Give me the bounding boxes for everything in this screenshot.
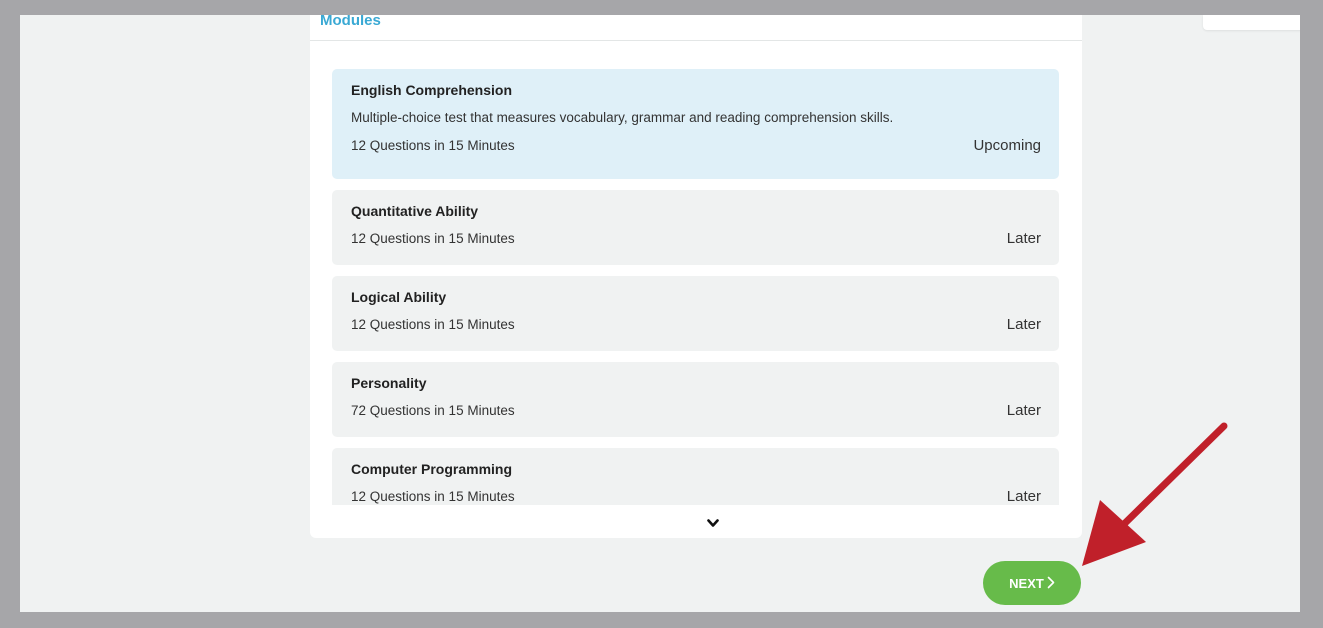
top-right-panel xyxy=(1203,15,1300,30)
module-description: Multiple-choice test that measures vocab… xyxy=(351,110,894,125)
module-meta-row: 12 Questions in 15 Minutes Later xyxy=(351,316,1041,333)
module-list[interactable]: English Comprehension Multiple-choice te… xyxy=(332,69,1059,505)
modules-title: Modules xyxy=(320,15,381,29)
module-meta-row: 12 Questions in 15 Minutes Later xyxy=(351,230,1041,247)
red-arrow-icon xyxy=(1082,422,1228,566)
module-meta-row: 72 Questions in 15 Minutes Later xyxy=(351,402,1041,419)
module-name: Personality xyxy=(351,375,427,391)
module-meta-row: 12 Questions in 15 Minutes Upcoming xyxy=(351,137,1041,154)
module-status: Later xyxy=(1006,402,1041,419)
module-name: English Comprehension xyxy=(351,82,513,98)
chevron-down-icon[interactable] xyxy=(705,515,721,531)
module-item-quantitative-ability[interactable]: Quantitative Ability 12 Questions in 15 … xyxy=(332,190,1059,265)
chevron-right-icon xyxy=(1047,575,1055,592)
module-status: Later xyxy=(1006,488,1041,505)
module-item-english-comprehension[interactable]: English Comprehension Multiple-choice te… xyxy=(332,69,1059,179)
module-name: Quantitative Ability xyxy=(351,203,479,219)
module-name: Logical Ability xyxy=(351,289,447,305)
module-question-count: 12 Questions in 15 Minutes xyxy=(351,317,515,332)
module-question-count: 12 Questions in 15 Minutes xyxy=(351,138,515,153)
module-question-count: 12 Questions in 15 Minutes xyxy=(351,231,515,246)
module-question-count: 12 Questions in 15 Minutes xyxy=(351,489,515,504)
modules-header: Modules xyxy=(310,15,1082,41)
module-name: Computer Programming xyxy=(351,461,513,477)
module-question-count: 72 Questions in 15 Minutes xyxy=(351,403,515,418)
modules-panel: Modules English Comprehension Multiple-c… xyxy=(310,15,1082,538)
module-meta-row: 12 Questions in 15 Minutes Later xyxy=(351,488,1041,505)
module-item-computer-programming[interactable]: Computer Programming 12 Questions in 15 … xyxy=(332,448,1059,505)
module-item-logical-ability[interactable]: Logical Ability 12 Questions in 15 Minut… xyxy=(332,276,1059,351)
module-status: Later xyxy=(1006,230,1041,247)
module-item-personality[interactable]: Personality 72 Questions in 15 Minutes L… xyxy=(332,362,1059,437)
next-button-label: NEXT xyxy=(1009,575,1044,591)
module-status: Upcoming xyxy=(973,137,1041,154)
module-status: Later xyxy=(1006,316,1041,333)
